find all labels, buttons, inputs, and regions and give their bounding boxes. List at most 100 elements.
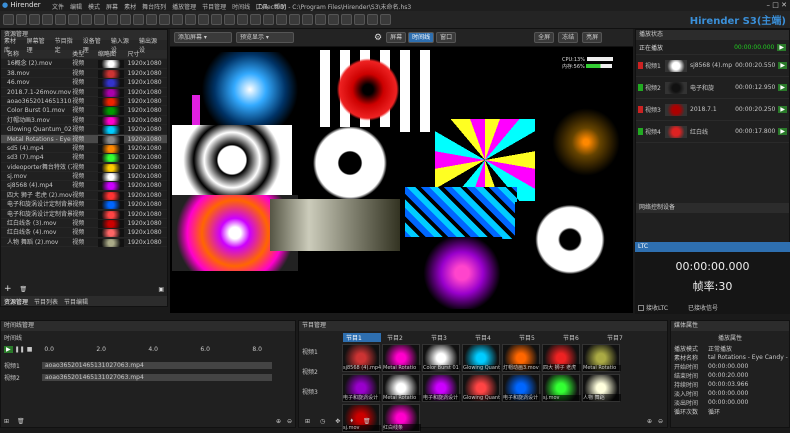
media-row[interactable]: Metal Rotations - Eye Cand...视频 1920x1080 <box>1 134 167 144</box>
ltc-checkbox[interactable] <box>638 304 644 311</box>
move-icon[interactable]: ✥ <box>335 418 340 425</box>
delete-icon[interactable]: 🗑 <box>17 418 25 425</box>
media-row[interactable]: 16概念 (2).mov 视频 1920x1080 <box>1 59 167 69</box>
toolbar-icon[interactable] <box>250 14 261 25</box>
media-row[interactable]: sj.mov 视频 1920x1080 <box>1 172 167 182</box>
program-cue[interactable]: Metal Rotatio <box>582 344 621 372</box>
media-row[interactable]: 红白线条 (4).mov 视频 1920x1080 <box>1 228 167 238</box>
media-row[interactable]: sd5 (4).mp4 视频 1920x1080 <box>1 144 167 154</box>
toolbar-icon[interactable] <box>55 14 66 25</box>
video-tile[interactable] <box>172 125 292 195</box>
play-button[interactable]: ▶ <box>4 345 13 353</box>
video-tile[interactable] <box>402 237 502 309</box>
video-tile[interactable] <box>405 187 517 239</box>
property-value[interactable]: tal Rotations - Eye Candy - <box>708 354 788 361</box>
toolbar-icon[interactable] <box>380 14 391 25</box>
video-tile[interactable] <box>515 202 625 277</box>
program-cue[interactable]: 灯帽动画3.mov <box>502 344 541 372</box>
brightscreen-button[interactable]: 亮屏 <box>582 32 603 43</box>
play-item[interactable]: 视频2 电子和旋 00:00:12.950 ▶ <box>636 77 789 99</box>
toolbar-icon[interactable] <box>224 14 235 25</box>
media-row[interactable]: 电子和旋涡设计定制背景v01.mp4视频 1920x1080 <box>1 200 167 210</box>
media-row[interactable]: Glowing Quantum_02.mov视频 1920x1080 <box>1 125 167 135</box>
mode-screen-button[interactable]: 屏幕 <box>386 32 407 43</box>
timeline-clip[interactable]: aoao365201465131027063.mp4 <box>42 361 272 369</box>
menu-item[interactable]: 屏幕 <box>106 2 118 11</box>
add-icon[interactable]: + <box>4 284 12 294</box>
mode-select[interactable]: 预览显示 ▾ <box>236 32 294 43</box>
media-row[interactable]: 2018.7.1-26mov.mov 视频 1920x1080 <box>1 88 167 97</box>
property-value[interactable]: 正常播放 <box>708 344 788 353</box>
play-item[interactable]: 视频3 2018.7.1 00:00:20.250 ▶ <box>636 99 789 121</box>
play-button[interactable]: ▶ <box>778 128 787 135</box>
delete-icon[interactable]: 🗑 <box>363 418 371 425</box>
menu-item[interactable]: 文件 <box>52 2 64 11</box>
media-row[interactable]: 46.mov 视频 1920x1080 <box>1 78 167 88</box>
property-value[interactable]: 00:00:00.000 <box>708 399 788 406</box>
program-cue[interactable]: Glowing Quant <box>462 344 501 372</box>
program-tab[interactable]: 节目5 <box>519 333 557 342</box>
program-tab[interactable]: 节目7 <box>607 333 645 342</box>
program-cue[interactable]: 电子和旋涡设计 <box>342 374 381 402</box>
delete-icon[interactable]: 🗑 <box>20 286 28 293</box>
screen-select[interactable]: 添加屏幕 ▾ <box>174 32 232 43</box>
play-button[interactable]: ▶ <box>778 62 787 69</box>
resource-tab[interactable]: 资源管理 <box>4 297 28 306</box>
toolbar-icon[interactable] <box>211 14 222 25</box>
media-row[interactable]: 电子和旋涡设计定制背景v02.mov视频 1920x1080 <box>1 210 167 220</box>
tag-icon[interactable]: ⬧ <box>350 417 353 425</box>
add-icon[interactable]: ⊞ <box>4 418 9 425</box>
mode-timeline-button[interactable]: 时间线 <box>408 32 435 43</box>
program-tab[interactable]: 节目4 <box>475 333 513 342</box>
program-cue[interactable]: 四大 狮子 老虎 <box>542 344 581 372</box>
video-tile[interactable] <box>542 107 630 177</box>
program-cue[interactable]: sj8568 (4).mp4 <box>342 344 381 372</box>
media-row[interactable]: aoao36520146513102706163.mp4视频 1920x1080 <box>1 97 167 107</box>
menu-item[interactable]: 编辑 <box>70 2 82 11</box>
resource-tab[interactable]: 节目列表 <box>34 297 58 306</box>
play-button[interactable]: ▶ <box>778 84 787 91</box>
toolbar-icon[interactable] <box>42 14 53 25</box>
play-item[interactable]: 视频4 红白线 00:00:17.800 ▶ <box>636 121 789 143</box>
program-tab[interactable]: 节目3 <box>431 333 469 342</box>
media-row[interactable]: sd3 (7).mp4 视频 1920x1080 <box>1 153 167 163</box>
property-value[interactable]: 00:00:03.966 <box>708 381 788 388</box>
play-button[interactable]: ▶ <box>778 106 787 113</box>
media-row[interactable]: 38.mov 视频 1920x1080 <box>1 69 167 79</box>
program-cue[interactable]: sj.mov <box>542 374 581 402</box>
media-row[interactable]: 红白线条 (3).mov 视频 1920x1080 <box>1 219 167 229</box>
toolbar-icon[interactable] <box>146 14 157 25</box>
toolbar-icon[interactable] <box>237 14 248 25</box>
settings-icon[interactable]: ⚙ <box>374 33 382 43</box>
menu-item[interactable]: 播放管理 <box>172 2 196 11</box>
fullscreen-button[interactable]: 全屏 <box>534 32 555 43</box>
toolbar-icon[interactable] <box>68 14 79 25</box>
media-row[interactable]: 人物 舞蹈 (2).mov 视频 1920x1080 <box>1 238 167 248</box>
toolbar-icon[interactable] <box>29 14 40 25</box>
menu-item[interactable]: 时间线 <box>232 2 250 11</box>
toolbar-icon[interactable] <box>315 14 326 25</box>
toolbar-icon[interactable] <box>289 14 300 25</box>
toolbar-icon[interactable] <box>133 14 144 25</box>
toolbar-icon[interactable] <box>328 14 339 25</box>
timeline-clip[interactable]: aoao365201465131027063.mp4 <box>42 373 272 381</box>
program-tab[interactable]: 节目6 <box>563 333 601 342</box>
play-button[interactable]: ▶ <box>777 43 786 51</box>
media-row[interactable]: videoporter舞台特效 (7).mov视频 1920x1080 <box>1 163 167 173</box>
zoom-out-icon[interactable]: ⊖ <box>287 418 292 425</box>
program-cue[interactable]: Color Burst 01 <box>422 344 461 372</box>
program-cue[interactable]: 电子和旋涡设计 <box>422 374 461 402</box>
program-cue[interactable]: 人物 舞蹈 <box>582 374 621 402</box>
close-icon[interactable]: ✕ <box>781 1 787 9</box>
toolbar-icon[interactable] <box>16 14 27 25</box>
toolbar-icon[interactable] <box>198 14 209 25</box>
toolbar-icon[interactable] <box>302 14 313 25</box>
toolbar-icon[interactable] <box>120 14 131 25</box>
pause-icon[interactable]: ❚❚ <box>15 346 25 353</box>
stop-icon[interactable]: ■ <box>27 346 33 353</box>
program-cue[interactable]: 电子和旋涡设计 <box>502 374 541 402</box>
menu-item[interactable]: 节目管理 <box>202 2 226 11</box>
menu-item[interactable]: 模式 <box>88 2 100 11</box>
property-value[interactable]: 循环 <box>708 407 788 416</box>
media-row[interactable]: 四大 狮子 老虎 (2).mov 视频 1920x1080 <box>1 191 167 201</box>
